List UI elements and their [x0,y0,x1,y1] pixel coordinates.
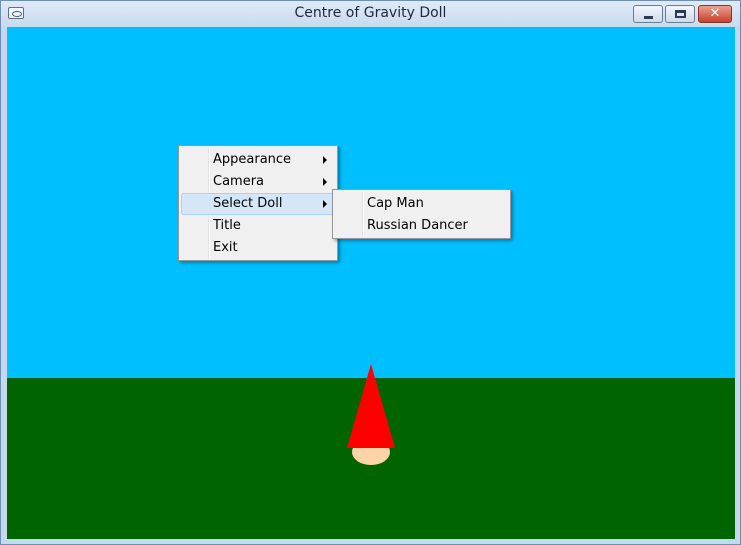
menu-item-appearance[interactable]: Appearance [181,149,335,171]
close-icon: ✕ [709,6,721,21]
maximize-icon [675,10,686,18]
maximize-button[interactable] [665,5,695,23]
menu-item-exit[interactable]: Exit [181,237,335,259]
menu-item-title[interactable]: Title [181,215,335,237]
doll-hat [347,364,395,448]
menu-item-label: Cap Man [367,196,424,211]
menu-item-label: Russian Dancer [367,218,468,233]
submenu-arrow-icon [323,156,327,164]
menu-item-label: Appearance [213,152,292,167]
menu-item-label: Camera [213,174,265,189]
select-doll-submenu: Cap Man Russian Dancer [332,189,511,239]
render-viewport[interactable] [7,27,735,539]
minimize-button[interactable] [633,5,663,23]
submenu-arrow-icon [323,200,327,208]
menu-item-camera[interactable]: Camera [181,171,335,193]
menu-item-russian-dancer[interactable]: Russian Dancer [335,215,508,237]
context-menu: Appearance Camera Select Doll Title Exit [178,145,338,261]
window-title: Centre of Gravity Doll [294,5,447,21]
menu-item-label: Select Doll [213,196,283,211]
menu-item-select-doll[interactable]: Select Doll [181,193,335,215]
submenu-arrow-icon [323,178,327,186]
title-bar[interactable]: Centre of Gravity Doll ✕ [1,1,740,26]
minimize-icon [644,16,653,19]
close-button[interactable]: ✕ [698,5,732,23]
menu-item-label: Title [213,218,241,233]
menu-item-label: Exit [213,240,238,255]
app-window: Centre of Gravity Doll ✕ [0,0,741,545]
menu-item-cap-man[interactable]: Cap Man [335,193,508,215]
